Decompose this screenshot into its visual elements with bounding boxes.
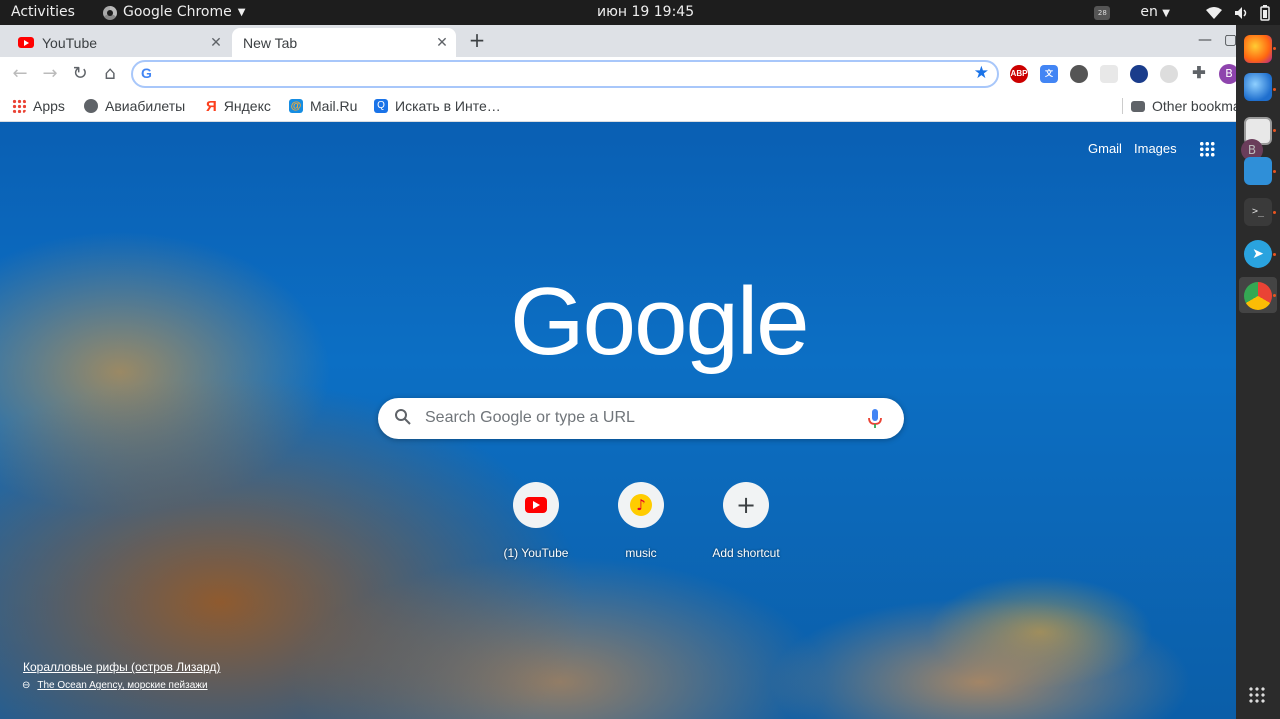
tab-title: New Tab: [243, 34, 298, 51]
bookmark-label: Mail.Ru: [310, 98, 358, 114]
mailru-icon: @: [289, 99, 303, 113]
running-indicator: [1273, 47, 1276, 50]
thunderbird-icon[interactable]: [1244, 73, 1272, 101]
extension-icon[interactable]: [1100, 65, 1118, 83]
gmail-link[interactable]: Gmail: [1088, 141, 1122, 156]
bookmark-label: Яндекс: [223, 98, 271, 114]
bookmark-aviabilety[interactable]: Авиабилеты: [84, 91, 185, 121]
images-link[interactable]: Images: [1134, 141, 1177, 156]
running-indicator: [1273, 294, 1276, 297]
reload-button[interactable]: ↻: [68, 62, 92, 86]
chevron-down-icon: ▼: [1162, 7, 1170, 19]
shortcut-youtube[interactable]: (1) YouTube: [481, 482, 591, 560]
toolbar: ← → ↻ ⌂ G ★ ABP 文 ✚ B: [0, 57, 1239, 91]
folder-icon: [1131, 100, 1145, 112]
shortcut-label: Add shortcut: [712, 546, 780, 560]
translate-icon[interactable]: 文: [1040, 65, 1058, 83]
home-button[interactable]: ⌂: [98, 62, 122, 86]
shortcut-tile: +: [723, 482, 769, 528]
shortcut-tile: ♪: [618, 482, 664, 528]
background-credit-link[interactable]: The Ocean Agency, морские пейзажи: [37, 680, 207, 691]
music-icon: ♪: [630, 494, 652, 516]
bookmark-mailru[interactable]: @ Mail.Ru: [289, 91, 357, 121]
gnome-top-bar: Activities Google Chrome ▼ июн 19 19:45 …: [0, 0, 1280, 25]
bookmarks-bar: Apps Авиабилеты Я Яндекс @ Mail.Ru Q Иск…: [0, 91, 1259, 122]
running-indicator: [1273, 253, 1276, 256]
terminal-icon[interactable]: >_: [1244, 198, 1272, 226]
system-tray[interactable]: 28 en ▼: [1094, 0, 1270, 25]
link-icon: ⊖: [22, 680, 31, 691]
youtube-icon: [525, 497, 547, 513]
show-applications-icon[interactable]: [1248, 686, 1266, 704]
language-label: en: [1140, 3, 1158, 20]
address-input[interactable]: [165, 64, 965, 84]
tab-new-tab[interactable]: New Tab ✕: [232, 28, 456, 57]
close-icon[interactable]: ✕: [206, 34, 226, 51]
app-menu[interactable]: Google Chrome ▼: [103, 0, 245, 25]
google-apps-icon[interactable]: [1199, 141, 1215, 157]
back-button[interactable]: ←: [8, 62, 32, 86]
new-tab-button[interactable]: +: [466, 30, 488, 52]
clock[interactable]: июн 19 19:45: [597, 0, 694, 25]
tab-youtube[interactable]: YouTube ✕: [8, 28, 230, 57]
shortcut-music[interactable]: ♪ music: [586, 482, 696, 560]
bookmark-label: Искать в Инте…: [395, 98, 501, 114]
search-input[interactable]: [425, 408, 845, 428]
shortcut-add[interactable]: + Add shortcut: [691, 482, 801, 560]
shortcut-tile: [513, 482, 559, 528]
tray-badge[interactable]: 28: [1094, 5, 1111, 20]
address-bar[interactable]: G ★: [131, 60, 999, 88]
new-tab-page: Gmail Images Google (1) YouTube ♪ music …: [0, 122, 1236, 719]
shortcut-label: music: [625, 546, 657, 560]
telegram-icon[interactable]: ➤: [1244, 240, 1272, 268]
yandex-icon: Я: [206, 97, 217, 115]
chevron-down-icon: ▼: [237, 7, 246, 18]
wifi-icon: [1206, 6, 1222, 19]
apps-icon: [12, 99, 26, 113]
background-title-link[interactable]: Коралловые рифы (остров Лизард): [23, 660, 220, 674]
bookmarks-divider: [1122, 98, 1123, 114]
google-logo: Google: [510, 268, 810, 375]
chrome-icon: [103, 5, 117, 20]
bookmark-yandex[interactable]: Я Яндекс: [206, 91, 271, 121]
close-icon[interactable]: ✕: [432, 34, 452, 51]
activities-button[interactable]: Activities: [11, 0, 75, 25]
tab-title: YouTube: [42, 34, 98, 51]
search-icon: Q: [374, 99, 388, 113]
bookmark-apps[interactable]: Apps: [12, 91, 65, 121]
tab-strip: YouTube ✕ New Tab ✕: [0, 25, 1236, 57]
bookmark-label: Авиабилеты: [105, 98, 186, 114]
battery-icon: [1260, 4, 1270, 21]
google-g-icon: G: [141, 65, 152, 81]
running-indicator: [1273, 170, 1276, 173]
adblock-plus-icon[interactable]: ABP: [1010, 65, 1028, 83]
plus-icon: +: [735, 491, 757, 519]
running-indicator: [1273, 211, 1276, 214]
youtube-icon: [18, 37, 34, 48]
bookmark-label: Apps: [33, 98, 65, 114]
globe-icon: [84, 99, 98, 113]
running-indicator: [1273, 88, 1276, 91]
firefox-icon[interactable]: [1244, 35, 1272, 63]
app-menu-label: Google Chrome: [123, 4, 232, 20]
globe-icon[interactable]: [1130, 65, 1148, 83]
search-box[interactable]: [378, 398, 904, 439]
extension-icon[interactable]: [1070, 65, 1088, 83]
running-indicator: [1273, 129, 1276, 132]
language-indicator[interactable]: en ▼: [1140, 0, 1170, 26]
bookmark-search-internet[interactable]: Q Искать в Инте…: [374, 91, 501, 121]
bookmark-star-icon[interactable]: ★: [974, 63, 989, 83]
shortcut-label: (1) YouTube: [503, 546, 569, 560]
microphone-icon[interactable]: [868, 409, 882, 429]
minimize-button[interactable]: —: [1198, 32, 1212, 48]
puzzle-icon[interactable]: ✚: [1190, 65, 1208, 83]
vscode-icon[interactable]: [1244, 157, 1272, 185]
background-credit[interactable]: ⊖ The Ocean Agency, морские пейзажи: [22, 680, 208, 691]
forward-button[interactable]: →: [38, 62, 62, 86]
search-icon: [395, 409, 411, 425]
chrome-icon[interactable]: [1244, 282, 1272, 310]
volume-icon: [1235, 6, 1247, 19]
extension-icon[interactable]: [1160, 65, 1178, 83]
